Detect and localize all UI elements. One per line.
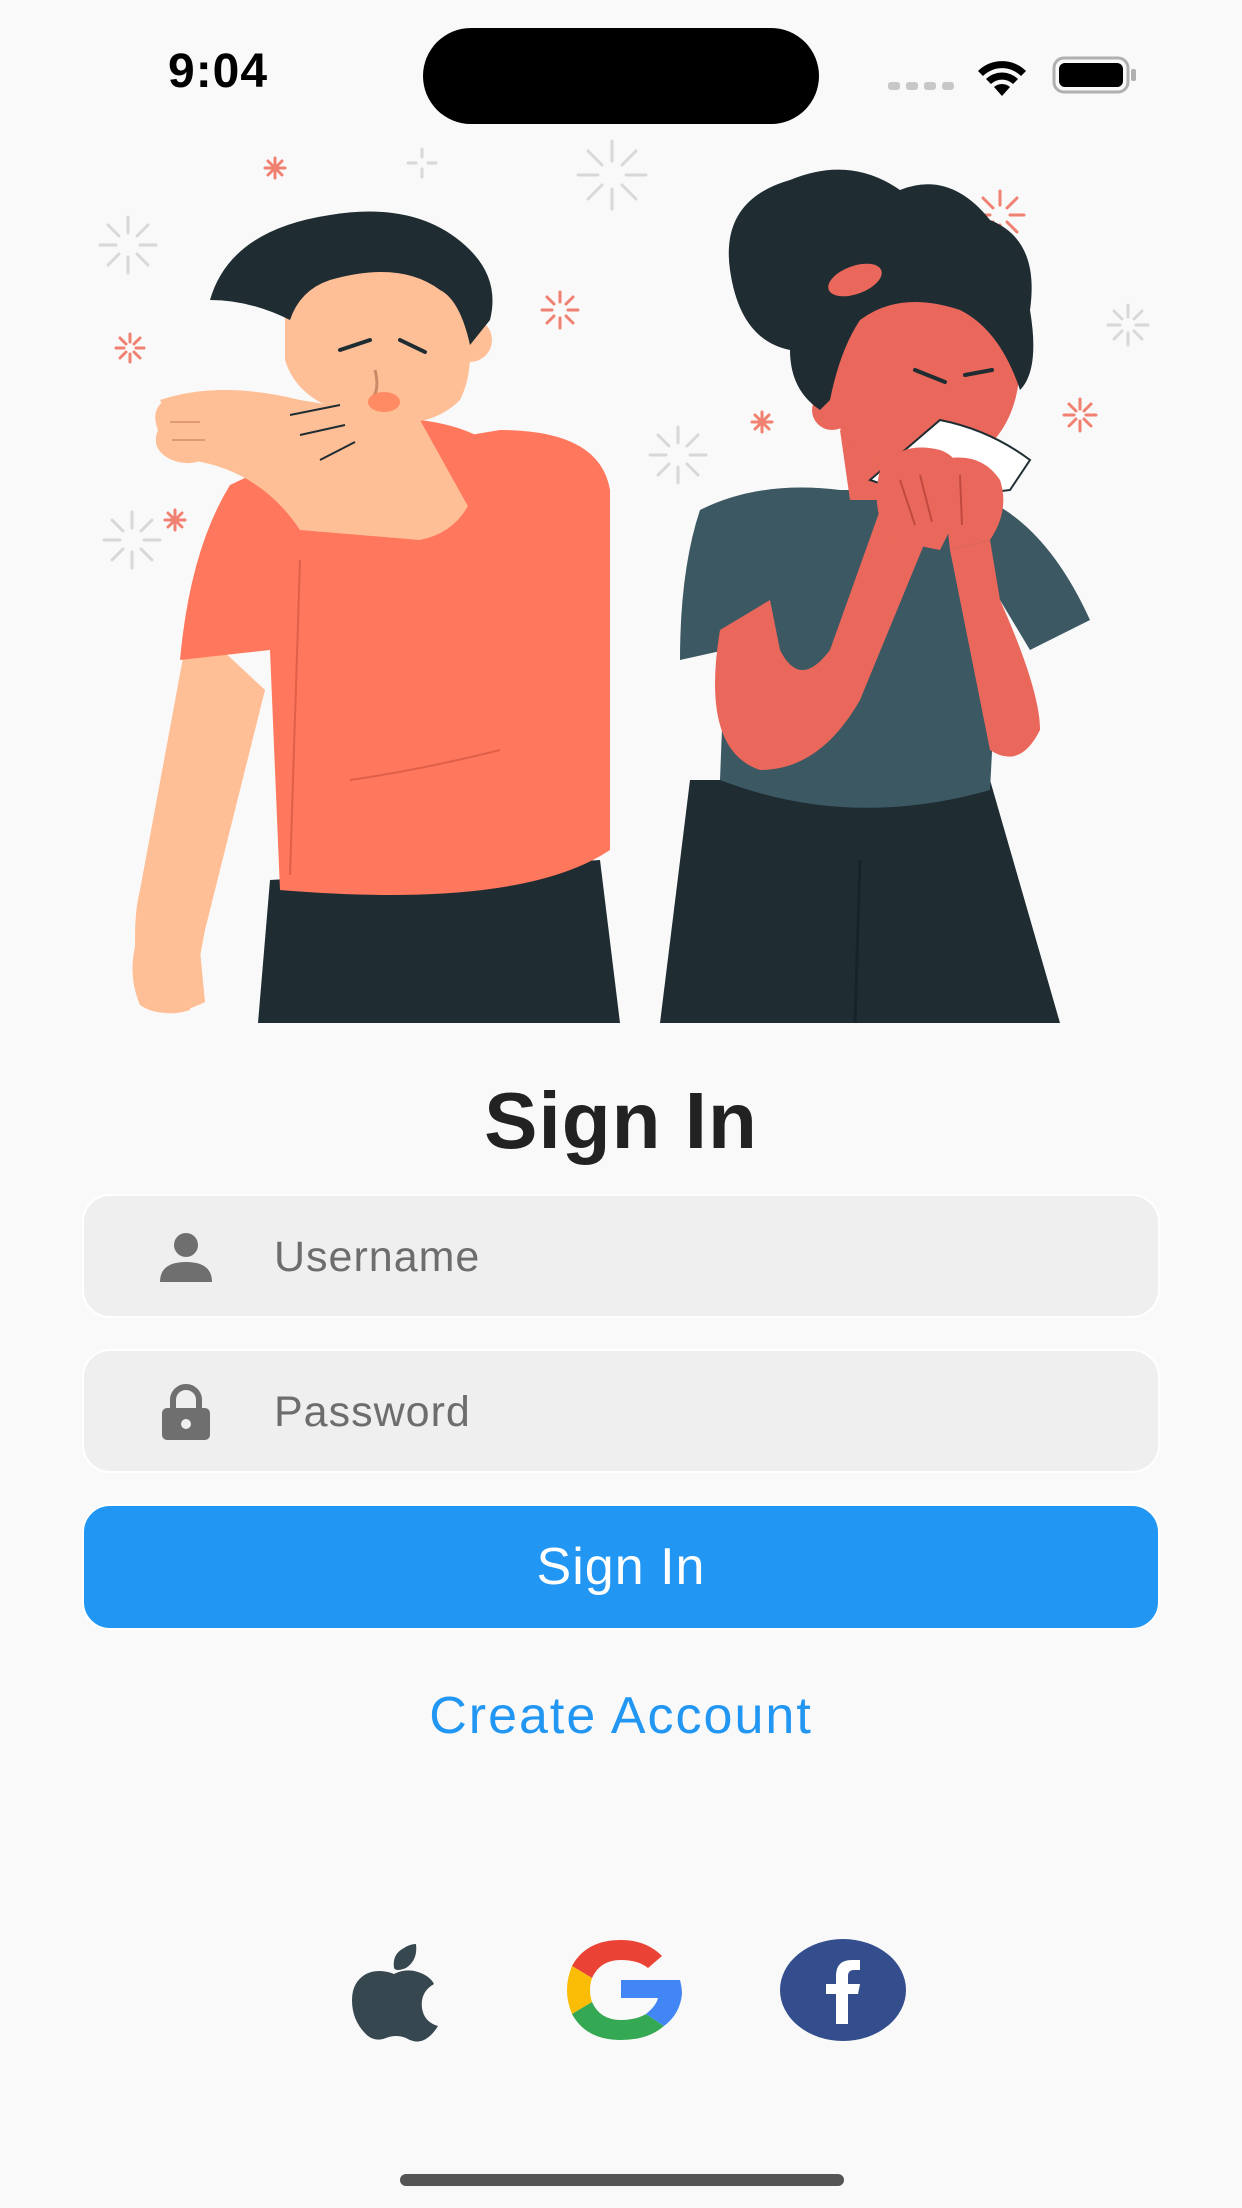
home-indicator[interactable] (400, 2174, 844, 2186)
create-account-link[interactable]: Create Account (0, 1686, 1242, 1746)
status-time: 9:04 (168, 45, 269, 98)
username-field[interactable] (82, 1194, 1160, 1318)
facebook-icon[interactable] (778, 1938, 908, 2042)
password-input[interactable] (272, 1351, 1136, 1473)
username-input[interactable] (272, 1196, 1136, 1318)
apple-icon[interactable] (334, 1938, 464, 2042)
google-icon[interactable] (556, 1938, 686, 2042)
sneezing-people-illustration (98, 139, 1150, 1024)
sign-in-screen: 9:04 Sign In Username Sign In Create Acc… (0, 0, 1242, 2208)
cellular-signal-icon (888, 82, 954, 90)
wifi-icon (978, 61, 1026, 96)
page-title: Sign In (484, 1076, 758, 1165)
battery-icon (1052, 56, 1136, 94)
dynamic-island (423, 28, 819, 124)
person-icon (160, 1233, 212, 1282)
sign-in-button[interactable]: Sign In (82, 1504, 1160, 1630)
lock-icon (162, 1384, 210, 1440)
password-field[interactable] (82, 1349, 1160, 1473)
